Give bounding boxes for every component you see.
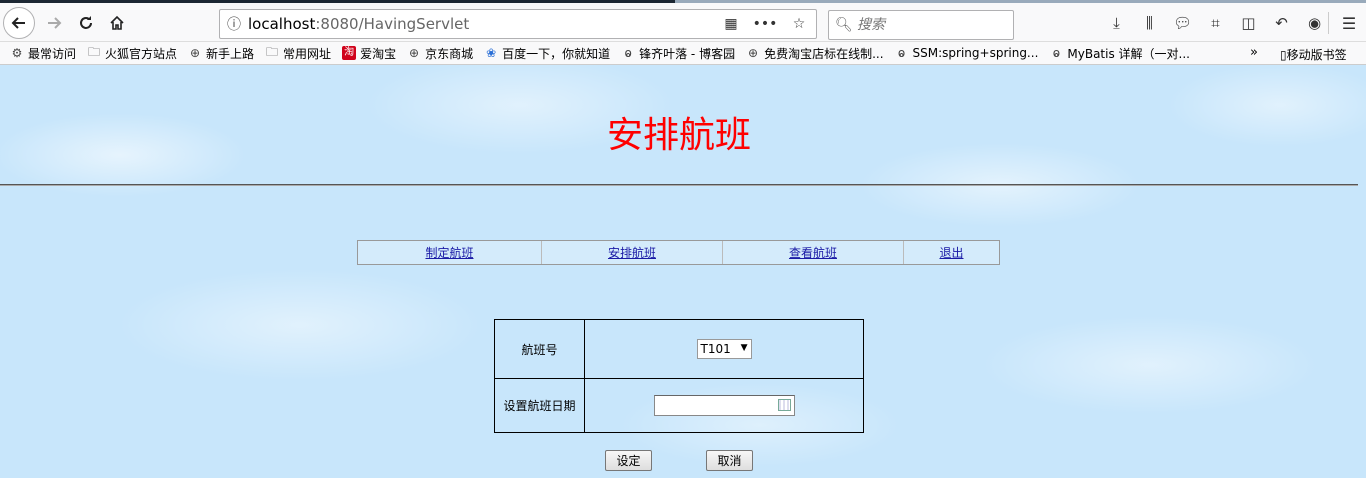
home-icon: [110, 15, 124, 30]
flight-date-label: 设置航班日期: [495, 379, 585, 432]
menu-button[interactable]: ☰: [1333, 7, 1365, 39]
bookmark-label: 百度一下，你就知道: [502, 46, 611, 61]
nav-cell: 安排航班: [542, 241, 723, 264]
cancel-button[interactable]: 取消: [706, 450, 753, 471]
search-input[interactable]: [857, 17, 997, 33]
bookmark-item[interactable]: ⱺ 锋齐叶落 - 博客园: [621, 45, 735, 62]
nav-cell: 退出: [904, 241, 999, 264]
horizontal-rule: [0, 184, 1358, 186]
bookmark-item[interactable]: ❀ 百度一下，你就知道: [484, 45, 610, 62]
url-path: :8080/HavingServlet: [315, 15, 470, 33]
nav-menu-table: 制定航班 安排航班 查看航班 退出: [357, 240, 1000, 265]
arrow-left-icon: [11, 17, 25, 29]
bookmark-label: 火狐官方站点: [105, 46, 178, 61]
undo-icon[interactable]: ↶: [1265, 7, 1298, 39]
mobile-phone-icon: ▯: [1280, 47, 1287, 62]
bookmark-label: 爱淘宝: [360, 46, 397, 61]
page-content: 安排航班 制定航班 安排航班 查看航班 退出 航班号 T101 ▼ 设置航班日期: [0, 65, 1366, 478]
globe-icon: ⊕: [748, 46, 759, 60]
chat-icon[interactable]: 💬︎: [1166, 7, 1199, 39]
mobile-bookmarks[interactable]: ▯ 移动版书签: [1280, 46, 1347, 63]
chevron-down-icon: ▼: [740, 343, 748, 353]
arrow-right-icon: [48, 17, 62, 29]
reload-icon: [80, 16, 92, 29]
toolbar-separator: [1328, 12, 1329, 34]
library-icon[interactable]: ⫼: [1133, 7, 1166, 39]
bookmark-item[interactable]: ⱺ SSM:spring+spring...: [895, 46, 1039, 60]
hamburger-icon: ☰: [1341, 13, 1357, 33]
reload-button[interactable]: [70, 7, 102, 39]
screenshot-crop-icon[interactable]: ⌗: [1199, 7, 1232, 39]
sidebar-icon[interactable]: ◫: [1232, 7, 1265, 39]
bookmark-item[interactable]: ⊕ 京东商城: [407, 45, 473, 62]
calendar-icon[interactable]: [777, 399, 791, 411]
bookmark-label: 最常访问: [28, 46, 77, 61]
arrange-flight-form: 航班号 T101 ▼ 设置航班日期: [494, 319, 864, 433]
url-host: localhost: [248, 15, 316, 33]
baidu-paw-icon: ❀: [486, 46, 497, 60]
info-icon[interactable]: ⓘ: [220, 14, 248, 34]
nav-link-logout[interactable]: 退出: [939, 244, 963, 261]
nav-cell: 制定航班: [358, 241, 542, 264]
flight-number-cell: T101 ▼: [585, 320, 863, 378]
cnblogs-icon: ⱺ: [897, 46, 906, 60]
search-bar[interactable]: 🔍︎: [828, 10, 1014, 40]
bookmark-label: SSM:spring+spring...: [912, 46, 1039, 60]
more-actions-icon[interactable]: •••: [748, 16, 782, 32]
navigation-toolbar: ⓘ localhost:8080/HavingServlet ▦ ••• ☆ 🔍…: [0, 3, 1366, 42]
globe-icon: ⊕: [409, 46, 420, 60]
flight-number-value: T101: [700, 342, 731, 356]
bookmark-item[interactable]: ⊕ 免费淘宝店标在线制...: [746, 45, 883, 62]
flight-number-select[interactable]: T101 ▼: [696, 339, 752, 359]
account-icon[interactable]: ◉: [1298, 7, 1331, 39]
back-button[interactable]: [3, 7, 35, 39]
url-text[interactable]: localhost:8080/HavingServlet: [248, 15, 714, 33]
download-icon[interactable]: ⤓: [1100, 7, 1133, 39]
taobao-icon: 淘: [342, 46, 357, 60]
nav-link-view-flight[interactable]: 查看航班: [789, 244, 837, 261]
folder-icon: 🗀: [88, 44, 101, 59]
bookmark-label: MyBatis 详解（一对...: [1067, 46, 1190, 61]
form-row-date: 设置航班日期: [495, 378, 863, 432]
mobile-bookmarks-label: 移动版书签: [1286, 48, 1347, 62]
bookmark-star-icon[interactable]: ☆: [782, 16, 816, 32]
cnblogs-icon: ⱺ: [1052, 46, 1061, 60]
bookmark-item[interactable]: ⚙ 最常访问: [10, 45, 76, 62]
bookmarks-bar: ⚙ 最常访问 🗀 火狐官方站点 ⊕ 新手上路 🗀 常用网址 淘爱淘宝 ⊕ 京东商城 ❀ 百度…: [0, 42, 1366, 65]
url-bar[interactable]: ⓘ localhost:8080/HavingServlet ▦ ••• ☆: [219, 9, 817, 39]
bookmark-label: 常用网址: [283, 46, 332, 61]
bookmark-item[interactable]: ⊕ 新手上路: [188, 45, 254, 62]
flight-number-label: 航班号: [495, 320, 585, 378]
toolbar-icons: ⤓ ⫼ 💬︎ ⌗ ◫ ↶ ◉: [1100, 7, 1331, 39]
bookmark-label: 锋齐叶落 - 博客园: [639, 46, 736, 61]
home-button[interactable]: [101, 7, 133, 39]
bookmark-label: 京东商城: [425, 46, 474, 61]
globe-icon: ⊕: [190, 46, 201, 60]
bookmark-item[interactable]: 淘爱淘宝: [342, 45, 396, 62]
bookmark-label: 免费淘宝店标在线制...: [764, 46, 884, 61]
gear-icon: ⚙: [11, 46, 23, 60]
forward-button[interactable]: [38, 7, 70, 39]
form-row-flight: 航班号 T101 ▼: [495, 320, 863, 378]
bookmark-item[interactable]: 🗀 常用网址: [265, 43, 331, 64]
bookmark-item[interactable]: ⱺ MyBatis 详解（一对...: [1049, 45, 1190, 62]
bookmark-label: 新手上路: [206, 46, 255, 61]
search-icon: 🔍︎: [835, 17, 853, 33]
set-button[interactable]: 设定: [605, 450, 652, 471]
bookmark-item[interactable]: 🗀 火狐官方站点: [87, 43, 177, 64]
folder-icon: 🗀: [266, 44, 279, 59]
cnblogs-icon: ⱺ: [624, 46, 632, 60]
flight-date-input[interactable]: [653, 395, 795, 416]
page-title: 安排航班: [606, 115, 751, 156]
bookmarks-overflow-button[interactable]: »: [1250, 45, 1258, 60]
qr-code-icon[interactable]: ▦: [714, 16, 748, 32]
nav-link-create-flight[interactable]: 制定航班: [425, 244, 473, 261]
nav-link-arrange-flight[interactable]: 安排航班: [608, 244, 656, 261]
flight-date-cell: [585, 379, 863, 432]
nav-cell: 查看航班: [723, 241, 904, 264]
